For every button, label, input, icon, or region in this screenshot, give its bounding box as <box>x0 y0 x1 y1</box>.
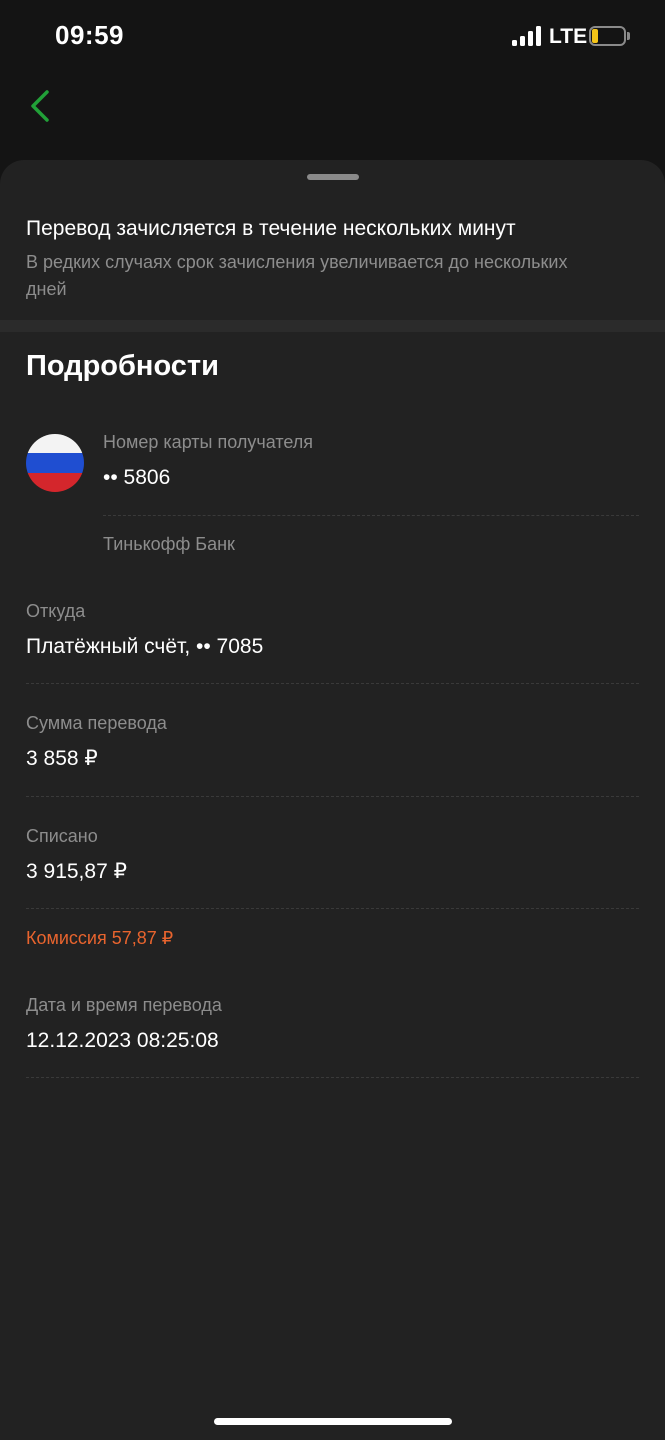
commission-field: Комиссия 57,87 ₽ <box>26 926 173 950</box>
separator <box>26 908 639 909</box>
status-bar: 09:59 LTE <box>0 0 665 72</box>
details-sheet: Перевод зачисляется в течение нескольких… <box>0 160 665 1440</box>
home-indicator[interactable] <box>214 1418 452 1425</box>
from-field: Откуда Платёжный счёт, •• 7085 <box>26 599 263 661</box>
debited-field: Списано 3 915,87 ₽ <box>26 824 127 886</box>
status-time: 09:59 <box>55 20 124 50</box>
separator <box>26 683 639 684</box>
recipient-card-field: Номер карты получателя •• 5806 <box>103 430 313 492</box>
separator <box>103 515 639 516</box>
from-label: Откуда <box>26 601 86 621</box>
debited-label: Списано <box>26 826 98 846</box>
recipient-bank: Тинькофф Банк <box>103 534 235 554</box>
details-heading: Подробности <box>26 350 219 382</box>
battery-icon <box>589 26 630 46</box>
datetime-field: Дата и время перевода 12.12.2023 08:25:0… <box>26 993 222 1055</box>
sheet-grabber[interactable] <box>307 174 359 180</box>
amount-value: 3 858 ₽ <box>26 747 98 770</box>
notice-title: Перевод зачисляется в течение нескольких… <box>26 217 516 240</box>
debited-value: 3 915,87 ₽ <box>26 860 127 883</box>
chevron-left-icon <box>31 90 49 122</box>
battery-level <box>592 29 598 43</box>
datetime-value: 12.12.2023 08:25:08 <box>26 1029 219 1052</box>
commission-label: Комиссия 57,87 ₽ <box>26 928 174 948</box>
separator <box>26 1077 639 1078</box>
datetime-label: Дата и время перевода <box>26 995 222 1015</box>
recipient-bank-field: Тинькофф Банк <box>103 532 235 556</box>
russia-flag-icon <box>26 434 84 492</box>
cellular-signal-icon <box>512 26 542 46</box>
separator <box>26 796 639 797</box>
section-divider <box>0 320 665 332</box>
network-type: LTE <box>549 25 588 48</box>
amount-label: Сумма перевода <box>26 713 167 733</box>
from-value: Платёжный счёт, •• 7085 <box>26 635 264 658</box>
transfer-notice: Перевод зачисляется в течение нескольких… <box>26 215 646 303</box>
transfer-details-screen: 09:59 LTE Перевод зачисляется в течение … <box>0 0 665 1440</box>
recipient-card-label: Номер карты получателя <box>103 432 314 452</box>
notice-subtitle: В редких случаях срок зачисления увеличи… <box>26 252 568 299</box>
recipient-card-value: •• 5806 <box>103 466 171 489</box>
amount-field: Сумма перевода 3 858 ₽ <box>26 711 167 773</box>
back-button[interactable] <box>18 84 62 128</box>
